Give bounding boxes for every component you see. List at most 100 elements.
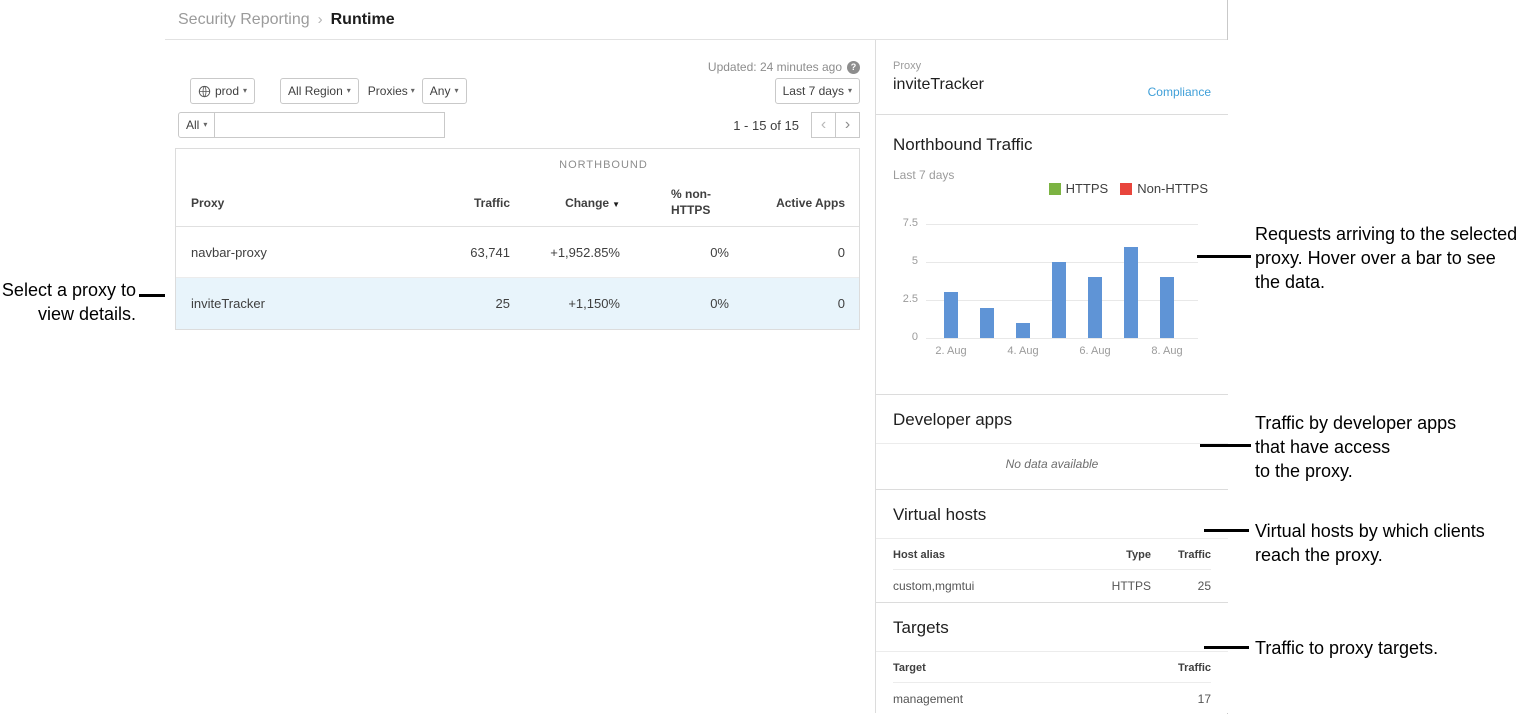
targets-body: management 17 — [893, 683, 1211, 713]
proxy-row[interactable]: navbar-proxy 63,741 +1,952.85% 0% 0 — [176, 227, 859, 278]
chart-y-tick-label: 5 — [886, 255, 918, 267]
table-body: navbar-proxy 63,741 +1,952.85% 0% 0 invi… — [176, 227, 859, 329]
cell-proxy-name: inviteTracker — [176, 296, 404, 311]
developer-apps-section: Developer apps No data available — [876, 395, 1228, 490]
region-label: All Region — [288, 84, 343, 98]
chart-x-tick-label: 6. Aug — [1079, 345, 1110, 357]
virtual-hosts-section: Virtual hosts Host alias Type Traffic cu… — [876, 490, 1228, 603]
cell-change: +1,150% — [510, 296, 620, 311]
virtual-hosts-header-row: Host alias Type Traffic — [893, 539, 1211, 570]
proxies-dropdown[interactable]: Proxies ▾ — [368, 84, 415, 98]
cell-change: +1,952.85% — [510, 245, 620, 260]
globe-icon — [198, 85, 211, 98]
targets-header-row: Target Traffic — [893, 652, 1211, 683]
sort-descending-icon: ▼ — [612, 200, 620, 209]
legend-swatch-icon — [1120, 183, 1132, 195]
column-header-traffic[interactable]: Traffic — [404, 196, 510, 210]
chart-bar-5[interactable] — [1124, 247, 1138, 338]
column-header-change[interactable]: Change▼ — [510, 196, 620, 210]
updated-row: Updated: 24 minutes ago ? — [708, 60, 860, 74]
annotation-pointer-select-proxy — [139, 294, 166, 297]
chart-y-tick-label: 2.5 — [886, 293, 918, 305]
developer-apps-heading: Developer apps — [876, 395, 1228, 444]
chart-gridline — [926, 338, 1198, 339]
search-toolbar: All ▾ 1 - 15 of 15 ‹ › — [178, 112, 860, 138]
column-header-proxy[interactable]: Proxy — [176, 196, 404, 210]
virtual-hosts-table: Host alias Type Traffic custom,mgmtui HT… — [876, 539, 1228, 602]
chevron-down-icon: ▾ — [203, 121, 207, 129]
updated-timestamp: Updated: 24 minutes ago — [708, 60, 842, 74]
annotation-targets: Traffic to proxy targets. — [1255, 636, 1516, 660]
chart-gridline — [926, 224, 1198, 225]
chart-bar-2[interactable] — [1016, 323, 1030, 338]
environment-label: prod — [215, 84, 239, 98]
legend-item: Non-HTTPS — [1120, 181, 1208, 196]
cell-proxy-name: navbar-proxy — [176, 245, 404, 260]
chart-title: Northbound Traffic — [893, 135, 1033, 155]
detail-header-section: Proxy inviteTracker Compliance — [876, 40, 1228, 115]
date-range-dropdown[interactable]: Last 7 days ▾ — [775, 78, 860, 104]
chart-subtitle: Last 7 days — [893, 168, 954, 182]
search-scope-dropdown[interactable]: All ▾ — [178, 112, 215, 138]
chart-bar-0[interactable] — [944, 292, 958, 338]
table-group-header-northbound: NORTHBOUND — [176, 149, 859, 179]
cell-traffic: 25 — [1151, 579, 1211, 593]
cell-active-apps: 0 — [729, 296, 845, 311]
virtual-host-row: custom,mgmtui HTTPS 25 — [893, 570, 1211, 602]
proxies-label: Proxies — [368, 84, 408, 98]
chart-y-tick-label: 0 — [886, 331, 918, 343]
cell-type: HTTPS — [1061, 579, 1151, 593]
detail-proxy-label: Proxy — [893, 60, 921, 72]
help-icon[interactable]: ? — [847, 61, 860, 74]
annotation-pointer-developer-apps — [1200, 444, 1251, 447]
date-range-label: Last 7 days — [783, 84, 844, 98]
column-header-non-https-label: % non-HTTPS — [671, 187, 729, 218]
pagination-info: 1 - 15 of 15 — [733, 118, 799, 133]
targets-section: Targets Target Traffic management 17 — [876, 603, 1228, 713]
breadcrumb-chevron-icon: › — [318, 11, 323, 28]
pagination-next-button[interactable]: › — [835, 112, 860, 138]
filter-toolbar: prod ▾ All Region ▾ Proxies ▾ Any ▾ — [190, 78, 860, 104]
breadcrumb-security-reporting[interactable]: Security Reporting — [178, 11, 310, 29]
pagination-prev-button[interactable]: ‹ — [811, 112, 836, 138]
chart-x-tick-label: 2. Aug — [935, 345, 966, 357]
chart-plot: 02.557.52. Aug4. Aug6. Aug8. Aug — [926, 224, 1198, 338]
chevron-down-icon: ▾ — [347, 87, 351, 95]
legend-swatch-icon — [1049, 183, 1061, 195]
column-header-traffic: Traffic — [1151, 549, 1211, 561]
annotation-select-proxy: Select a proxy to view details. — [0, 278, 136, 326]
chevron-down-icon: ▾ — [454, 87, 458, 95]
annotation-chart: Requests arriving to the selected proxy.… — [1255, 222, 1516, 294]
chart-bar-3[interactable] — [1052, 262, 1066, 338]
chart-bar-1[interactable] — [980, 308, 994, 338]
column-header-non-https[interactable]: % non-HTTPS — [620, 187, 729, 218]
northbound-traffic-section: Northbound Traffic Last 7 days HTTPS — [876, 115, 1228, 395]
legend-item: HTTPS — [1049, 181, 1109, 196]
region-dropdown[interactable]: All Region ▾ — [280, 78, 359, 104]
column-header-host-alias: Host alias — [893, 549, 1061, 561]
screen: Select a proxy to view details. Security… — [0, 0, 1516, 714]
annotation-pointer-chart — [1197, 255, 1251, 258]
chart-bar-4[interactable] — [1088, 277, 1102, 338]
cell-active-apps: 0 — [729, 245, 845, 260]
environment-dropdown[interactable]: prod ▾ — [190, 78, 255, 104]
compliance-link[interactable]: Compliance — [1148, 85, 1211, 99]
proxy-row[interactable]: inviteTracker 25 +1,150% 0% 0 — [176, 278, 859, 329]
cell-traffic: 25 — [404, 296, 510, 311]
targets-heading: Targets — [876, 603, 1228, 652]
pagination-controls: ‹ › — [811, 112, 860, 138]
any-dropdown[interactable]: Any ▾ — [422, 78, 467, 104]
detail-proxy-name: inviteTracker — [893, 76, 984, 94]
any-label: Any — [430, 84, 451, 98]
virtual-hosts-heading: Virtual hosts — [876, 490, 1228, 539]
chart-bar-6[interactable] — [1160, 277, 1174, 338]
proxy-table: NORTHBOUND Proxy Traffic Change▼ % non-H… — [175, 148, 860, 330]
breadcrumb: Security Reporting › Runtime — [165, 0, 1227, 40]
chevron-down-icon: ▾ — [848, 87, 852, 95]
proxy-detail-panel: Proxy inviteTracker Compliance Northboun… — [875, 40, 1228, 713]
table-header-row: Proxy Traffic Change▼ % non-HTTPS Active… — [176, 179, 859, 227]
column-header-active-apps[interactable]: Active Apps — [729, 196, 845, 210]
search-input[interactable] — [214, 112, 445, 138]
column-header-type: Type — [1061, 549, 1151, 561]
targets-table: Target Traffic management 17 — [876, 652, 1228, 713]
